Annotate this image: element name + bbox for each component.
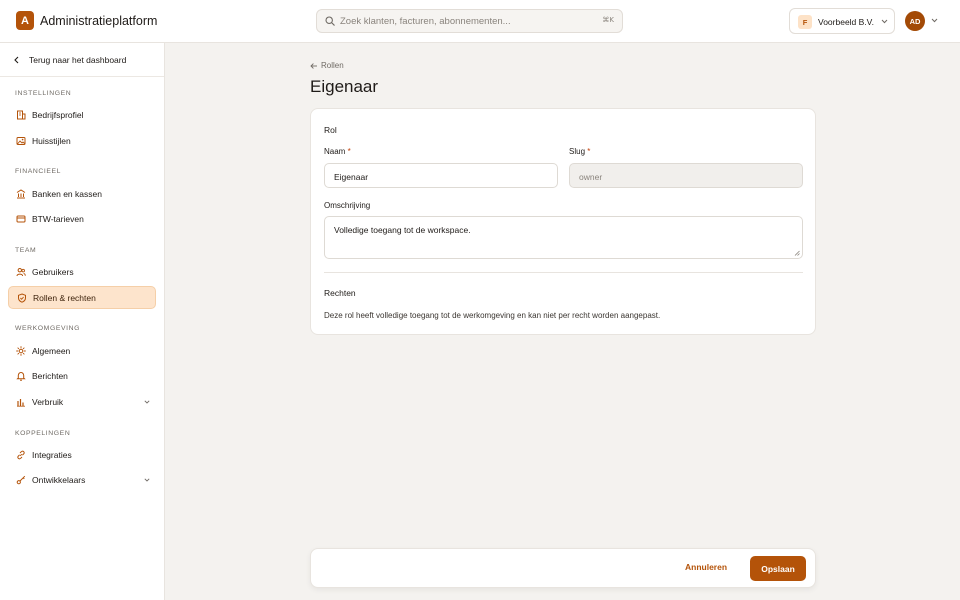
sidebar-item-integraties[interactable]: Integraties [8,444,156,467]
link-icon [16,450,26,460]
section-heading-rol: Rol [324,125,337,135]
sidebar-item-label: Rollen & rechten [33,293,96,303]
sidebar-item-label: Banken en kassen [32,189,102,199]
description-textarea[interactable]: Volledige toegang tot de workspace. [324,216,803,259]
sidebar-item-label: Bedrijfsprofiel [32,110,84,120]
sidebar-item-banken-en-kassen[interactable]: Banken en kassen [8,183,156,206]
key-icon [16,475,26,485]
sidebar: Terug naar het dashboard INSTELLINGEN Be… [0,43,165,600]
resize-handle-icon[interactable] [794,250,800,256]
section-divider [324,272,803,273]
cancel-button[interactable]: Annuleren [685,562,727,572]
sidebar-item-verbruik[interactable]: Verbruik [8,391,156,414]
slug-field: owner [569,163,803,188]
image-icon [16,136,26,146]
bar-chart-icon [16,397,26,407]
save-button[interactable]: Opslaan [750,556,806,581]
section-label-financieel: FINANCIEEL [15,168,62,175]
app-logo[interactable]: A [16,11,34,30]
search-input[interactable]: Zoek klanten, facturen, abonnementen... … [316,9,623,33]
search-placeholder: Zoek klanten, facturen, abonnementen... [340,16,511,27]
breadcrumb-rollen[interactable]: Rollen [321,61,344,70]
bank-icon [16,189,26,199]
sidebar-item-ontwikkelaars[interactable]: Ontwikkelaars [8,469,156,492]
sidebar-item-huisstijlen[interactable]: Huisstijlen [8,130,156,153]
app-title: Administratieplatform [40,14,158,28]
slug-field-value: owner [579,172,603,182]
name-field[interactable]: Eigenaar [324,163,558,188]
shield-icon [17,293,27,303]
rights-description: Deze rol heeft volledige toegang tot de … [324,311,661,320]
bell-icon [16,371,26,381]
description-value: Volledige toegang tot de workspace. [334,225,471,235]
users-icon [16,267,26,277]
sidebar-item-label: Huisstijlen [32,136,71,146]
search-shortcut: ⌘K [602,16,614,24]
sidebar-item-label: Algemeen [32,346,71,356]
section-heading-rechten: Rechten [324,288,356,298]
sidebar-item-algemeen[interactable]: Algemeen [8,340,156,363]
section-label-werkomgeving: WERKOMGEVING [15,325,80,332]
organization-badge: F [798,15,812,29]
section-label-team: TEAM [15,247,37,254]
sidebar-item-rollen-en-rechten[interactable]: Rollen & rechten [8,286,156,309]
section-label-instellingen: INSTELLINGEN [15,90,72,97]
sidebar-item-label: Integraties [32,450,72,460]
building-icon [16,110,26,120]
sidebar-item-label: Verbruik [32,397,64,407]
user-avatar[interactable]: AD [905,11,925,31]
role-form-card: Rol Naam * Eigenaar Slug * owner Omschri… [310,108,816,335]
required-mark: * [587,147,591,156]
sidebar-item-bedrijfsprofiel[interactable]: Bedrijfsprofiel [8,104,156,127]
chevron-down-icon[interactable] [144,400,150,404]
description-field-label: Omschrijving [324,201,371,210]
sidebar-item-berichten[interactable]: Berichten [8,365,156,388]
chevron-down-icon [881,19,888,24]
sidebar-item-gebruikers[interactable]: Gebruikers [8,261,156,284]
name-field-value: Eigenaar [334,172,369,182]
card-icon [16,214,26,224]
sun-icon [16,346,26,356]
sidebar-item-label: Berichten [32,371,68,381]
search-icon [325,16,335,26]
name-field-label: Naam * [324,147,351,156]
back-link-label: Terug naar het dashboard [29,55,127,65]
organization-name: Voorbeeld B.V. [818,17,874,27]
sidebar-item-label: Ontwikkelaars [32,475,86,485]
section-label-koppelingen: KOPPELINGEN [15,430,71,437]
slug-field-label: Slug * [569,147,591,156]
chevron-left-icon [14,56,19,64]
back-to-dashboard-link[interactable]: Terug naar het dashboard [0,43,164,77]
form-action-bar: Annuleren Opslaan [310,548,816,588]
arrow-left-icon[interactable] [310,62,318,70]
organization-switcher[interactable]: F Voorbeeld B.V. [789,8,895,34]
required-mark: * [347,147,351,156]
page-title: Eigenaar [310,77,379,96]
top-bar: A Administratieplatform Zoek klanten, fa… [0,0,960,43]
sidebar-item-label: BTW-tarieven [32,214,84,224]
chevron-down-icon[interactable] [931,18,938,23]
sidebar-item-label: Gebruikers [32,267,74,277]
sidebar-item-btw-tarieven[interactable]: BTW-tarieven [8,208,156,231]
chevron-down-icon[interactable] [144,478,150,482]
